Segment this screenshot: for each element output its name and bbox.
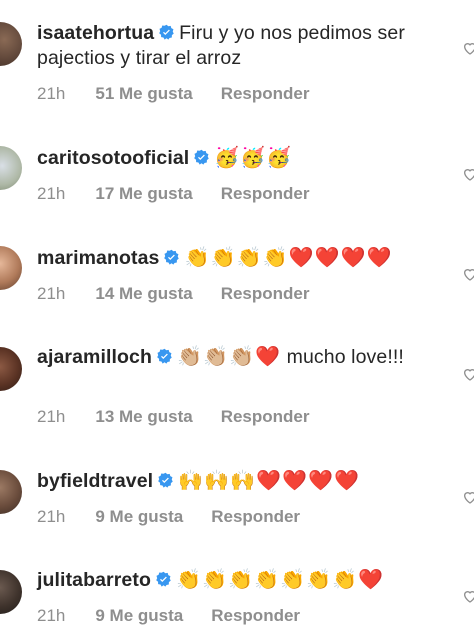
avatar[interactable] <box>0 146 22 190</box>
reply-button[interactable]: Responder <box>221 407 310 426</box>
emoji-red-heart: ❤️ <box>358 567 384 591</box>
verified-badge-icon <box>159 24 174 40</box>
verified-badge-icon <box>156 571 171 587</box>
comment-meta: 21h 17 Me gusta Responder <box>37 184 309 204</box>
emoji-raising-hands: 🙌 <box>230 468 256 492</box>
emoji-clapping-hands: 👏 <box>210 245 236 269</box>
emoji-raising-hands: 🙌 <box>178 468 204 492</box>
verified-badge-icon <box>158 472 173 488</box>
heart-outline-icon[interactable] <box>462 40 474 56</box>
likes-count[interactable]: 17 Me gusta <box>95 184 192 203</box>
comment-body: caritosotooficial 🥳🥳🥳 <box>37 145 444 171</box>
heart-outline-icon[interactable] <box>462 266 474 282</box>
emoji-clapping-hands: 👏 <box>262 245 288 269</box>
comment-meta: 21h 13 Me gusta Responder <box>37 407 309 427</box>
emoji-clapping-hands: 👏🏼 <box>229 344 255 368</box>
verified-badge-icon <box>164 249 180 265</box>
emoji-partying-face: 🥳 <box>266 145 292 169</box>
comment-text: mucho love!!! <box>286 346 404 368</box>
reply-button[interactable]: Responder <box>221 184 310 203</box>
comment-body: marimanotas 👏👏👏👏❤️❤️❤️❤️ <box>37 245 444 271</box>
reply-button[interactable]: Responder <box>221 84 310 103</box>
emoji-red-heart: ❤️ <box>314 245 340 269</box>
emoji-raising-hands: 🙌 <box>204 468 230 492</box>
emoji-clapping-hands: 👏 <box>280 567 306 591</box>
emoji-partying-face: 🥳 <box>214 145 240 169</box>
comment-username[interactable]: byfieldtravel <box>37 470 153 492</box>
comment-time[interactable]: 21h <box>37 606 65 625</box>
avatar[interactable] <box>0 347 22 391</box>
emoji-red-heart: ❤️ <box>334 468 360 492</box>
verified-badge-icon <box>157 348 172 364</box>
comment-time[interactable]: 21h <box>37 407 65 426</box>
emoji-red-heart: ❤️ <box>340 245 366 269</box>
verified-badge-icon <box>194 149 210 165</box>
likes-count[interactable]: 9 Me gusta <box>95 507 183 526</box>
comment-time[interactable]: 21h <box>37 507 65 526</box>
likes-count[interactable]: 51 Me gusta <box>95 84 192 103</box>
heart-outline-icon[interactable] <box>462 588 474 604</box>
likes-count[interactable]: 14 Me gusta <box>95 284 192 303</box>
comment-body: ajaramilloch 👏🏼👏🏼👏🏼❤️ mucho love!!! <box>37 344 410 370</box>
emoji-red-heart: ❤️ <box>308 468 334 492</box>
emoji-red-heart: ❤️ <box>282 468 308 492</box>
avatar[interactable] <box>0 570 22 614</box>
emoji-clapping-hands: 👏 <box>306 567 332 591</box>
comment-body: julitabarreto 👏👏👏👏👏👏👏❤️ <box>37 567 444 593</box>
comment-time[interactable]: 21h <box>37 184 65 203</box>
emoji-partying-face: 🥳 <box>240 145 266 169</box>
emoji-clapping-hands: 👏 <box>228 567 254 591</box>
heart-outline-icon[interactable] <box>462 366 474 382</box>
comment-username[interactable]: isaatehortua <box>37 22 154 44</box>
comment-body: byfieldtravel 🙌🙌🙌❤️❤️❤️❤️ <box>37 468 444 494</box>
comment-username[interactable]: julitabarreto <box>37 569 151 591</box>
likes-count[interactable]: 9 Me gusta <box>95 606 183 625</box>
comment-time[interactable]: 21h <box>37 84 65 103</box>
emoji-clapping-hands: 👏🏼 <box>203 344 229 368</box>
emoji-clapping-hands: 👏 <box>176 567 202 591</box>
comment-body: isaatehortua Firu y yo nos pedimos ser pa… <box>37 21 444 71</box>
avatar[interactable] <box>0 470 22 514</box>
emoji-clapping-hands: 👏 <box>236 245 262 269</box>
emoji-clapping-hands: 👏 <box>332 567 358 591</box>
emoji-clapping-hands: 👏 <box>202 567 228 591</box>
comment-time[interactable]: 21h <box>37 284 65 303</box>
heart-outline-icon[interactable] <box>462 166 474 182</box>
comment-meta: 21h 9 Me gusta Responder <box>37 606 300 626</box>
emoji-clapping-hands: 👏 <box>254 567 280 591</box>
emoji-red-heart: ❤️ <box>255 344 281 368</box>
emoji-red-heart: ❤️ <box>366 245 392 269</box>
avatar[interactable] <box>0 22 22 66</box>
likes-count[interactable]: 13 Me gusta <box>95 407 192 426</box>
reply-button[interactable]: Responder <box>211 507 300 526</box>
comment-username[interactable]: marimanotas <box>37 247 159 269</box>
avatar[interactable] <box>0 246 22 290</box>
heart-outline-icon[interactable] <box>462 489 474 505</box>
emoji-clapping-hands: 👏🏼 <box>177 344 203 368</box>
emoji-red-heart: ❤️ <box>288 245 314 269</box>
reply-button[interactable]: Responder <box>221 284 310 303</box>
comment-meta: 21h 51 Me gusta Responder <box>37 84 309 104</box>
reply-button[interactable]: Responder <box>211 606 300 625</box>
comment-username[interactable]: caritosotooficial <box>37 147 189 169</box>
emoji-red-heart: ❤️ <box>256 468 282 492</box>
comment-username[interactable]: ajaramilloch <box>37 346 152 368</box>
emoji-clapping-hands: 👏 <box>184 245 210 269</box>
comment-meta: 21h 14 Me gusta Responder <box>37 284 309 304</box>
comment-meta: 21h 9 Me gusta Responder <box>37 507 300 527</box>
